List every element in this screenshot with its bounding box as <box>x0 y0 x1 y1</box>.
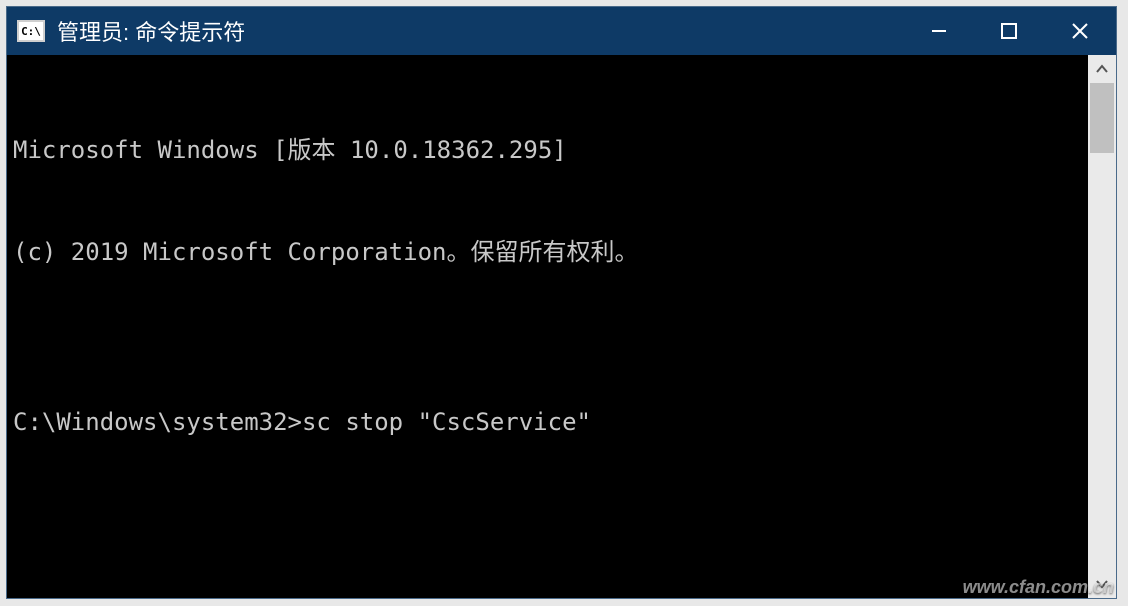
command-text: sc stop "CscService" <box>302 408 591 436</box>
prompt-line: C:\Windows\system32>sc stop "CscService" <box>13 405 1082 439</box>
titlebar-buttons <box>904 7 1116 55</box>
output-line-version: Microsoft Windows [版本 10.0.18362.295] <box>13 133 1082 167</box>
cmd-icon-text: C:\ <box>21 26 41 37</box>
maximize-button[interactable] <box>974 7 1044 55</box>
titlebar[interactable]: C:\ 管理员: 命令提示符 <box>7 7 1116 55</box>
scroll-up-arrow-icon[interactable] <box>1088 55 1116 83</box>
window-title: 管理员: 命令提示符 <box>57 15 245 47</box>
scroll-down-arrow-icon[interactable] <box>1088 570 1116 598</box>
titlebar-left: C:\ 管理员: 命令提示符 <box>7 15 245 47</box>
prompt-text: C:\Windows\system32> <box>13 408 302 436</box>
scrollbar-track[interactable] <box>1088 83 1116 570</box>
vertical-scrollbar[interactable] <box>1088 55 1116 598</box>
close-button[interactable] <box>1044 7 1116 55</box>
client-area: Microsoft Windows [版本 10.0.18362.295] (c… <box>7 55 1116 598</box>
cmd-window: C:\ 管理员: 命令提示符 Microsoft Windows [版本 10.… <box>6 6 1117 599</box>
cmd-icon: C:\ <box>17 20 45 42</box>
minimize-button[interactable] <box>904 7 974 55</box>
scrollbar-thumb[interactable] <box>1090 83 1114 153</box>
output-line-copyright: (c) 2019 Microsoft Corporation。保留所有权利。 <box>13 235 1082 269</box>
terminal-output[interactable]: Microsoft Windows [版本 10.0.18362.295] (c… <box>7 55 1088 598</box>
